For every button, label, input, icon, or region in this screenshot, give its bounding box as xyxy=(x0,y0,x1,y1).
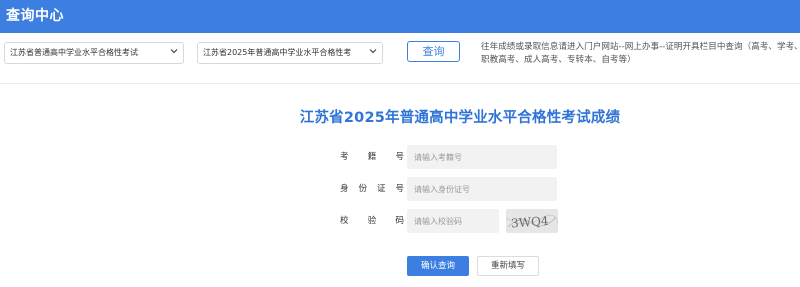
captcha-row: 校 验 码 3WQ4 xyxy=(0,209,800,233)
notice-text: 往年成绩或录取信息请进入门户网站--网上办事--证明开具栏目中查询（高考、学考、… xyxy=(481,42,800,65)
id-card-input[interactable] xyxy=(407,177,557,201)
captcha-input[interactable] xyxy=(407,209,499,233)
form-title: 江苏省2025年普通高中学业水平合格性考试成绩 xyxy=(299,110,621,126)
page-title: 查询中心 xyxy=(6,8,64,24)
chevron-down-icon xyxy=(368,43,378,63)
exam-type-select-value: 江苏省普通高中学业水平合格性考试 xyxy=(10,48,138,57)
query-button[interactable]: 查询 xyxy=(407,41,460,62)
exam-id-label: 考 籍 号 xyxy=(340,152,404,162)
exam-id-row: 考 籍 号 xyxy=(0,145,800,169)
exam-id-input[interactable] xyxy=(407,145,557,169)
chevron-down-icon xyxy=(169,43,179,63)
captcha-image[interactable]: 3WQ4 xyxy=(506,209,558,233)
divider xyxy=(0,83,800,84)
reset-button[interactable]: 重新填写 xyxy=(477,256,539,276)
id-card-row: 身份证号 xyxy=(0,177,800,201)
captcha-label: 校 验 码 xyxy=(340,216,404,226)
app-header: 查询中心 xyxy=(0,0,800,33)
captcha-text: 3WQ4 xyxy=(511,214,550,231)
toolbar: 江苏省普通高中学业水平合格性考试 江苏省2025年普通高中学业水平合格性考 查询… xyxy=(0,33,800,83)
id-card-label: 身份证号 xyxy=(340,184,404,194)
exam-session-select[interactable]: 江苏省2025年普通高中学业水平合格性考 xyxy=(197,42,383,64)
exam-type-select[interactable]: 江苏省普通高中学业水平合格性考试 xyxy=(4,42,184,64)
exam-session-select-value: 江苏省2025年普通高中学业水平合格性考 xyxy=(203,48,352,57)
submit-button[interactable]: 确认查询 xyxy=(407,256,469,276)
